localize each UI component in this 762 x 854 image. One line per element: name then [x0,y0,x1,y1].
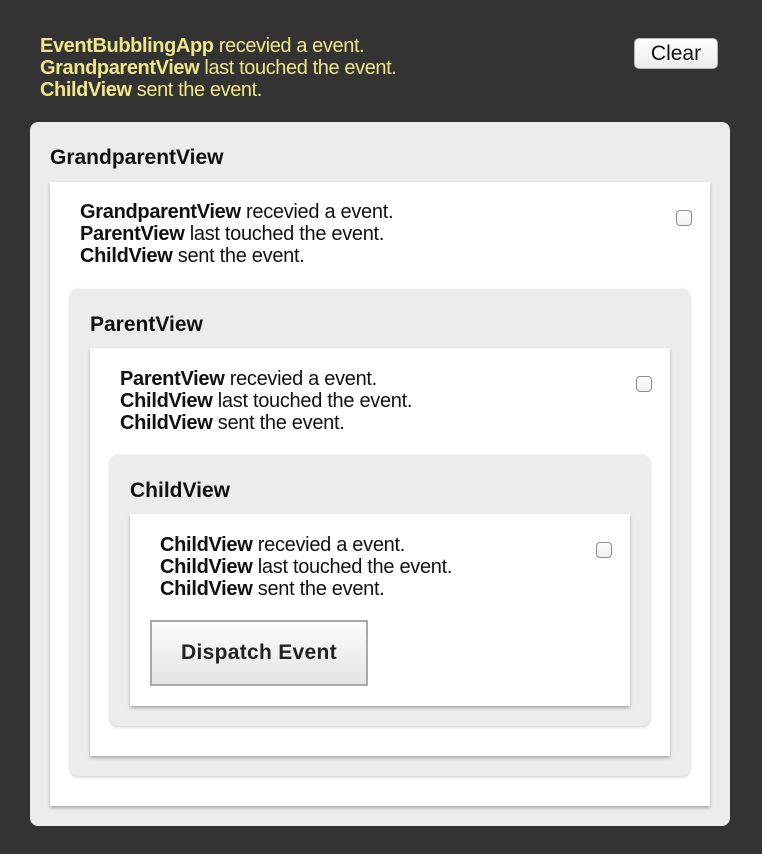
parent-event-log: ParentView recevied a event. ChildView l… [120,368,412,434]
parent-stop-checkbox[interactable] [636,376,652,392]
child-log-line-last-touched: ChildView last touched the event. [160,556,453,578]
child-log-line-received: ChildView recevied a event. [160,534,405,556]
app-log-line-last-touched: GrandparentView last touched the event. [40,57,397,79]
grandparent-view-content: GrandparentView recevied a event. Parent… [50,182,710,806]
grandparent-log-line-last-touched: ParentView last touched the event. [80,223,385,245]
child-stop-checkbox[interactable] [596,542,612,558]
grandparent-view-panel: GrandparentView GrandparentView recevied… [30,122,730,826]
parent-log-line-sent: ChildView sent the event. [120,412,345,434]
child-log-line-sent: ChildView sent the event. [160,578,385,600]
dispatch-event-button[interactable]: Dispatch Event [150,620,368,686]
grandparent-log-line-sent: ChildView sent the event. [80,245,305,267]
app-log-line-sent: ChildView sent the event. [40,79,262,101]
child-view-title: ChildView [130,479,230,502]
child-view-panel: ChildView ChildView recevied a event. Ch… [110,455,650,726]
parent-log-line-last-touched: ChildView last touched the event. [120,390,413,412]
child-event-log: ChildView recevied a event. ChildView la… [160,534,452,600]
app-log-line-received: EventBubblingApp recevied a event. [40,35,365,57]
parent-view-panel: ParentView ParentView recevied a event. … [70,289,690,776]
app-event-log: EventBubblingApp recevied a event. Grand… [40,35,397,101]
grandparent-event-log: GrandparentView recevied a event. Parent… [80,201,394,267]
child-view-content: ChildView recevied a event. ChildView la… [130,514,630,706]
grandparent-stop-checkbox[interactable] [676,210,692,226]
grandparent-log-line-received: GrandparentView recevied a event. [80,201,394,223]
parent-view-title: ParentView [90,313,203,336]
parent-view-content: ParentView recevied a event. ChildView l… [90,348,670,756]
grandparent-view-title: GrandparentView [50,146,224,169]
clear-button[interactable]: Clear [634,38,718,69]
parent-log-line-received: ParentView recevied a event. [120,368,377,390]
